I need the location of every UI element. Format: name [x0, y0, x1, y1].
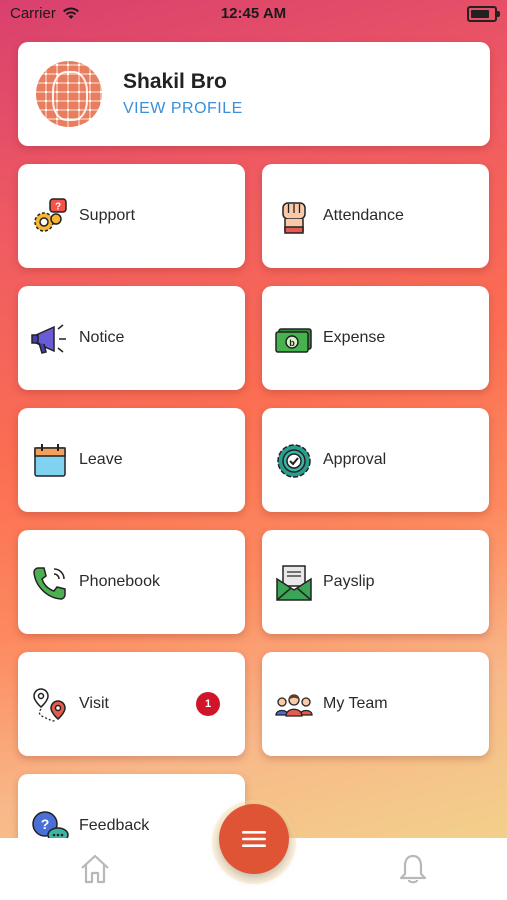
tile-label: Phonebook	[79, 573, 160, 590]
tile-approval[interactable]: Approval	[262, 408, 489, 512]
tile-notice[interactable]: Notice	[18, 286, 245, 390]
tile-label: Leave	[79, 451, 123, 468]
megaphone-icon	[31, 324, 66, 354]
tile-support[interactable]: ? Support	[18, 164, 245, 268]
menu-icon	[242, 831, 266, 847]
tile-expense[interactable]: b Expense	[262, 286, 489, 390]
profile-card[interactable]: Shakil Bro VIEW PROFILE	[18, 42, 490, 146]
clock: 12:45 AM	[220, 5, 287, 22]
tile-phonebook[interactable]: Phonebook	[18, 530, 245, 634]
fist-icon	[282, 202, 306, 234]
calendar-icon	[34, 444, 66, 477]
view-profile-link[interactable]: VIEW PROFILE	[123, 100, 243, 118]
envelope-icon	[276, 565, 312, 601]
profile-name: Shakil Bro	[123, 70, 227, 93]
home-icon[interactable]	[78, 852, 112, 886]
svg-text:b: b	[289, 338, 295, 348]
money-icon: b	[275, 328, 312, 353]
tile-label: Feedback	[79, 817, 150, 834]
battery-icon	[467, 6, 500, 22]
check-gear-icon	[277, 444, 311, 478]
tile-label: Payslip	[323, 573, 375, 590]
notification-badge: 1	[196, 692, 220, 716]
tile-label: Notice	[79, 329, 125, 346]
tile-label: Expense	[323, 329, 386, 346]
tile-label: Visit	[79, 695, 109, 712]
menu-button[interactable]	[219, 804, 289, 874]
tile-label: My Team	[323, 695, 388, 712]
bell-icon[interactable]	[396, 852, 430, 886]
tile-label: Support	[79, 207, 136, 224]
tile-leave[interactable]: Leave	[18, 408, 245, 512]
phone-icon	[33, 567, 66, 600]
status-bar: Carrier 12:45 AM	[0, 0, 507, 26]
tile-attendance[interactable]: Attendance	[262, 164, 489, 268]
tile-payslip[interactable]: Payslip	[262, 530, 489, 634]
support-icon: ?	[34, 198, 67, 232]
tile-label: Approval	[323, 451, 387, 468]
avatar[interactable]	[36, 61, 102, 127]
tile-label: Attendance	[323, 207, 404, 224]
location-route-icon	[33, 688, 66, 722]
svg-text:?: ?	[55, 202, 61, 213]
svg-text:?: ?	[41, 816, 50, 832]
team-icon	[275, 694, 313, 717]
tile-my-team[interactable]: My Team	[262, 652, 489, 756]
tile-visit[interactable]: Visit 1	[18, 652, 245, 756]
